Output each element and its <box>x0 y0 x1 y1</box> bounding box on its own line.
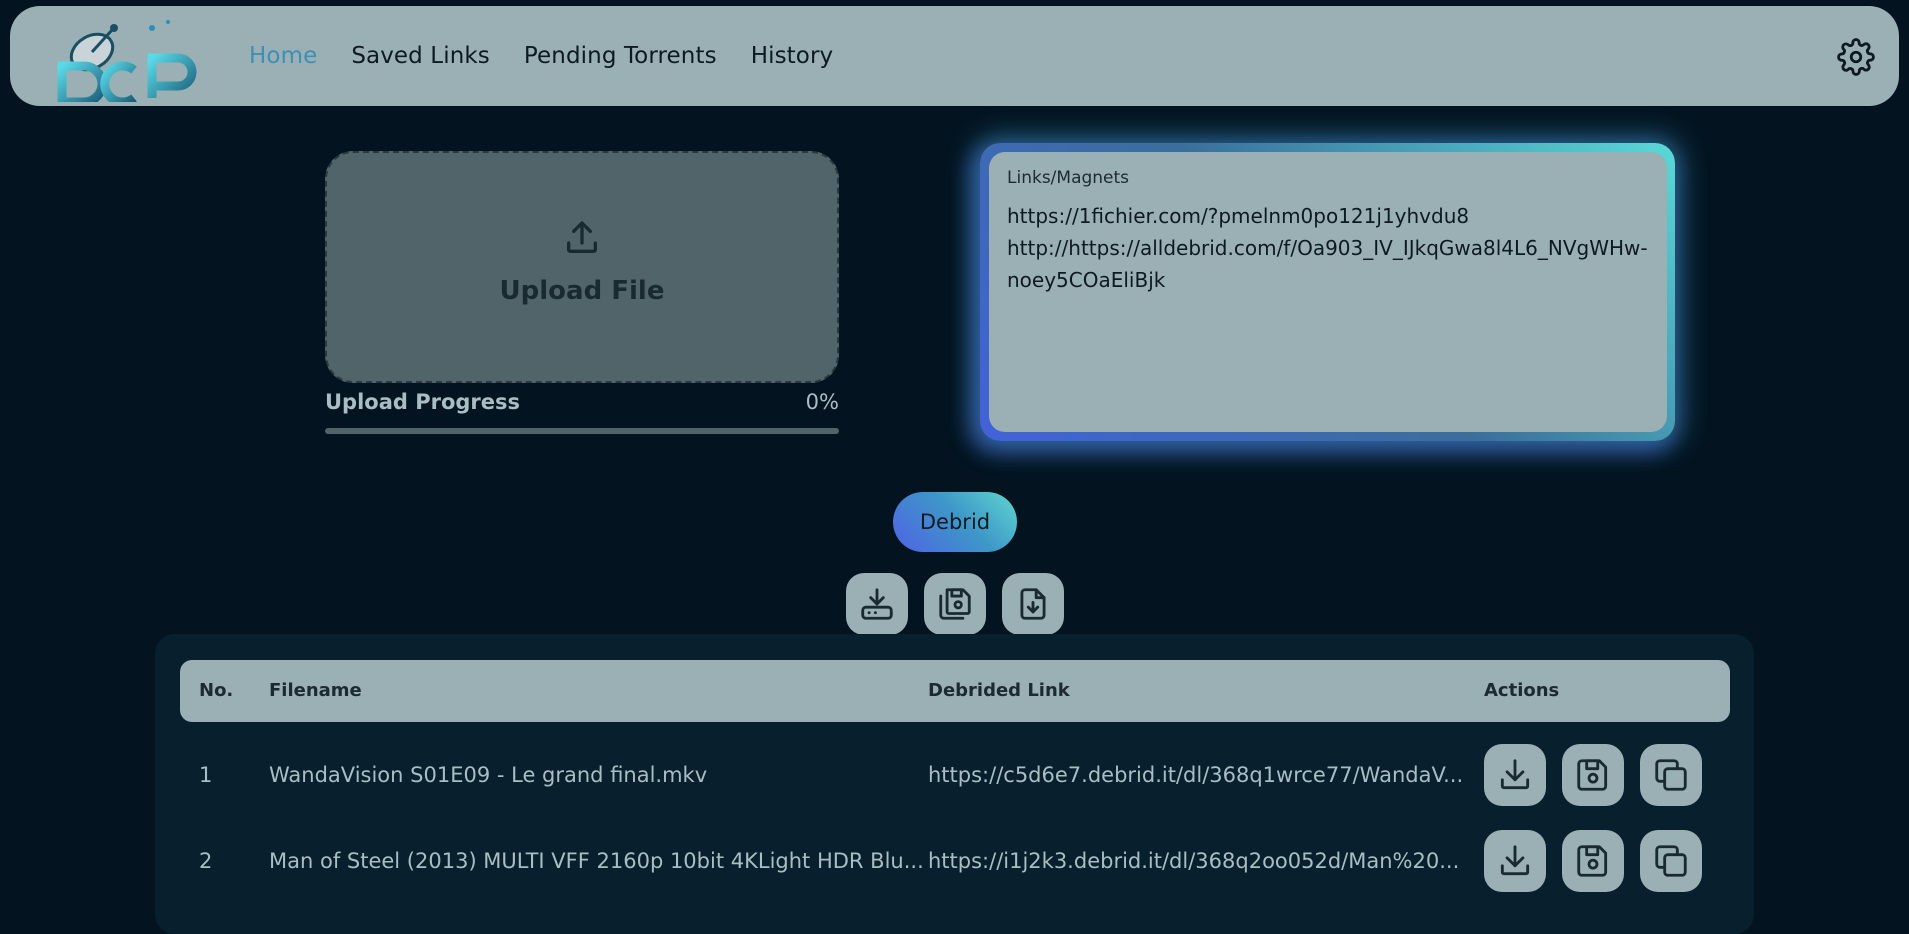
upload-label: Upload File <box>499 276 665 306</box>
row-number: 2 <box>199 849 213 873</box>
row-download-button[interactable] <box>1484 830 1546 892</box>
links-label: Links/Magnets <box>1007 168 1130 188</box>
header-no: No. <box>199 680 234 701</box>
row-copy-button[interactable] <box>1640 830 1702 892</box>
upload-progress-bar <box>325 428 839 434</box>
download-all-button[interactable] <box>846 573 908 635</box>
upload-dropzone[interactable]: Upload File <box>325 151 839 383</box>
links-input-value[interactable]: https://1fichier.com/?pmelnm0po121j1yhvd… <box>1007 200 1649 296</box>
links-textarea[interactable]: Links/Magnets https://1fichier.com/?pmel… <box>989 152 1667 432</box>
table-row: 2 Man of Steel (2013) MULTI VFF 2160p 10… <box>180 818 1730 904</box>
upload-progress-value: 0% <box>805 390 839 414</box>
row-filename: WandaVision S01E09 - Le grand final.mkv <box>269 763 708 787</box>
save-all-button[interactable] <box>924 573 986 635</box>
navbar: Home Saved Links Pending Torrents Histor… <box>10 6 1899 106</box>
row-download-button[interactable] <box>1484 744 1546 806</box>
app-logo[interactable] <box>52 14 212 102</box>
nav-history[interactable]: History <box>751 43 834 69</box>
debrid-button[interactable]: Debrid <box>893 492 1017 552</box>
table-header: No. Filename Debrided Link Actions <box>180 660 1730 722</box>
copy-icon <box>1655 845 1687 877</box>
download-file-button[interactable] <box>1002 573 1064 635</box>
header-actions: Actions <box>1484 680 1560 701</box>
download-to-device-icon <box>861 588 893 620</box>
row-save-button[interactable] <box>1562 744 1624 806</box>
upload-progress-label: Upload Progress <box>325 390 521 414</box>
nav-pending-torrents[interactable]: Pending Torrents <box>524 43 717 69</box>
gear-icon[interactable] <box>1837 38 1875 76</box>
row-number: 1 <box>199 763 213 787</box>
upload-progress-row: Upload Progress 0% <box>325 389 839 415</box>
row-debrided-link[interactable]: https://i1j2k3.debrid.it/dl/368q2oo052d/… <box>928 818 1459 904</box>
upload-icon <box>567 221 597 253</box>
table-row: 1 WandaVision S01E09 - Le grand final.mk… <box>180 732 1730 818</box>
save-all-icon <box>939 588 971 620</box>
download-icon <box>1500 759 1530 790</box>
row-copy-button[interactable] <box>1640 744 1702 806</box>
download-file-icon <box>1020 588 1046 620</box>
copy-icon <box>1655 759 1687 791</box>
row-debrided-link[interactable]: https://c5d6e7.debrid.it/dl/368q1wrce77/… <box>928 732 1463 818</box>
save-icon <box>1577 759 1608 791</box>
nav-saved-links[interactable]: Saved Links <box>351 43 490 69</box>
save-icon <box>1577 845 1608 877</box>
download-icon <box>1500 845 1530 876</box>
header-filename: Filename <box>269 680 362 701</box>
header-debrided-link: Debrided Link <box>928 680 1070 701</box>
row-filename: Man of Steel (2013) MULTI VFF 2160p 10bi… <box>269 849 924 873</box>
row-save-button[interactable] <box>1562 830 1624 892</box>
nav-menu: Home Saved Links Pending Torrents Histor… <box>249 6 833 106</box>
nav-home[interactable]: Home <box>249 43 317 69</box>
